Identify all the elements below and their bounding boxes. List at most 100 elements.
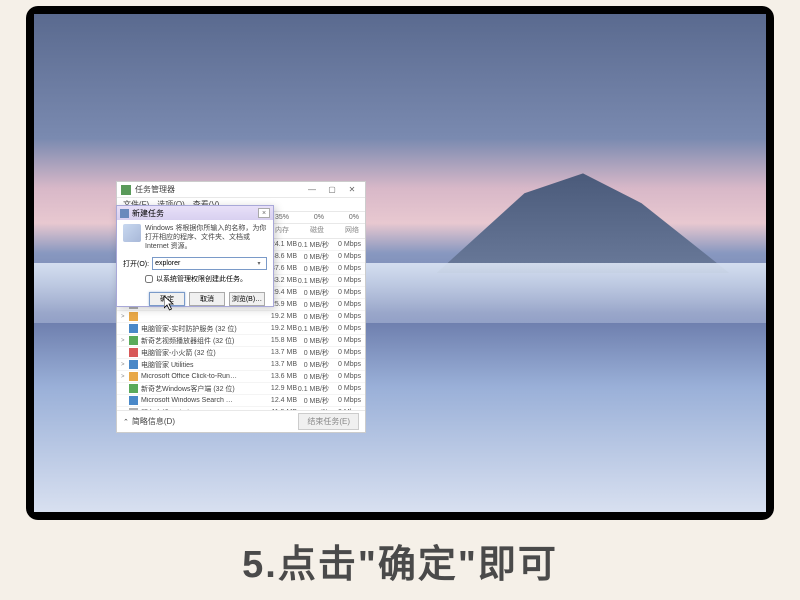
admin-checkbox[interactable] <box>145 275 153 283</box>
disk-cell: 0.1 MB/秒 <box>297 324 329 334</box>
table-row[interactable]: >Microsoft Office Click-to-Run…13.6 MB0 … <box>117 371 365 383</box>
net-cell: 0 Mbps <box>329 361 361 368</box>
table-row[interactable]: > 电脑管家 Utilities13.7 MB0 MB/秒0 Mbps <box>117 359 365 371</box>
admin-checkbox-row[interactable]: 以系统管理权限创建此任务。 <box>123 274 267 284</box>
process-name: 电脑管家-实时防护服务 (32 位) <box>141 324 265 334</box>
mem-cell: 19.2 MB <box>265 325 297 332</box>
open-combobox[interactable]: explorer ▾ <box>152 257 267 270</box>
process-name: 电脑管家 Utilities <box>141 360 265 370</box>
process-icon <box>129 360 138 369</box>
disk-cell: 0 MB/秒 <box>297 288 329 298</box>
admin-label: 以系统管理权限创建此任务。 <box>156 274 247 284</box>
fewer-details-label: 简略信息(D) <box>132 416 175 427</box>
process-icon <box>129 324 138 333</box>
run-description-text: Windows 将根据你所输入的名称，为你打开相应的程序、文件夹、文档或 Int… <box>145 224 267 251</box>
disk-cell: 0.1 MB/秒 <box>297 384 329 394</box>
process-icon <box>129 372 138 381</box>
table-row[interactable]: > 新奇艺视频播放器组件 (32 位)15.8 MB0 MB/秒0 Mbps <box>117 335 365 347</box>
table-row[interactable]: 电脑管家-实时防护服务 (32 位)19.2 MB0.1 MB/秒0 Mbps <box>117 323 365 335</box>
process-icon <box>129 348 138 357</box>
maximize-button[interactable]: ▢ <box>323 184 341 196</box>
open-value: explorer <box>155 260 254 267</box>
chevron-up-icon: ⌃ <box>123 418 129 426</box>
net-cell: 0 Mbps <box>329 265 361 272</box>
cancel-button[interactable]: 取消 <box>189 292 225 306</box>
run-program-icon <box>123 224 141 242</box>
desktop-screen: 任务管理器 — ▢ ✕ 文件(F) 选项(O) 查看(V) 35% 0% 0% <box>34 14 766 512</box>
task-manager-title: 任务管理器 <box>135 184 303 195</box>
disk-cell: 0.1 MB/秒 <box>297 240 329 250</box>
disk-cell: 0 MB/秒 <box>297 372 329 382</box>
table-row[interactable]: 新奇艺Windows客户端 (32 位)12.9 MB0.1 MB/秒0 Mbp… <box>117 383 365 395</box>
task-manager-footer: ⌃ 简略信息(D) 结束任务(E) <box>117 410 365 432</box>
ok-button[interactable]: 确定 <box>149 292 185 306</box>
task-manager-icon <box>121 185 131 195</box>
open-label: 打开(O): <box>123 259 149 269</box>
run-close-button[interactable]: × <box>258 208 270 218</box>
net-cell: 0 Mbps <box>329 337 361 344</box>
disk-cell: 0 MB/秒 <box>297 300 329 310</box>
mem-cell: 13.6 MB <box>265 373 297 380</box>
disk-cell: 0 MB/秒 <box>297 348 329 358</box>
mem-cell: 19.2 MB <box>265 313 297 320</box>
table-row[interactable]: 电脑管家-小火箭 (32 位)13.7 MB0 MB/秒0 Mbps <box>117 347 365 359</box>
close-button[interactable]: ✕ <box>343 184 361 196</box>
run-dialog-icon <box>120 209 129 218</box>
process-name: 新奇艺Windows客户端 (32 位) <box>141 384 265 394</box>
hdr-disk[interactable]: 磁盘 <box>292 225 324 235</box>
mem-cell: 12.4 MB <box>265 397 297 404</box>
net-cell: 0 Mbps <box>329 349 361 356</box>
mem-cell: 13.7 MB <box>265 361 297 368</box>
net-cell: 0 Mbps <box>329 253 361 260</box>
table-row[interactable]: Microsoft Windows Search …12.4 MB0 MB/秒0… <box>117 395 365 407</box>
run-description: Windows 将根据你所输入的名称，为你打开相应的程序、文件夹、文档或 Int… <box>123 224 267 251</box>
expand-chevron-icon[interactable]: > <box>121 314 129 320</box>
net-cell: 0 Mbps <box>329 289 361 296</box>
mem-cell: 13.7 MB <box>265 349 297 356</box>
chevron-down-icon[interactable]: ▾ <box>254 260 264 267</box>
net-cell: 0 Mbps <box>329 397 361 404</box>
net-cell: 0 Mbps <box>329 385 361 392</box>
process-icon <box>129 336 138 345</box>
fewer-details-toggle[interactable]: ⌃ 简略信息(D) <box>123 416 175 427</box>
expand-chevron-icon[interactable]: > <box>121 374 129 380</box>
run-dialog-title: 新建任务 <box>132 208 164 219</box>
disk-cell: 0.1 MB/秒 <box>297 276 329 286</box>
disk-cell: 0 MB/秒 <box>297 252 329 262</box>
disk-cell: 0 MB/秒 <box>297 312 329 322</box>
mem-cell: 15.8 MB <box>265 337 297 344</box>
net-cell: 0 Mbps <box>329 301 361 308</box>
expand-chevron-icon[interactable]: > <box>121 338 129 344</box>
wallpaper-mountain <box>437 173 730 273</box>
net-pct: 0% <box>327 214 359 221</box>
table-row[interactable]: >19.2 MB0 MB/秒0 Mbps <box>117 311 365 323</box>
process-name: 电脑管家-小火箭 (32 位) <box>141 348 265 358</box>
mem-cell: 12.9 MB <box>265 385 297 392</box>
tutorial-caption: 5.点击"确定"即可 <box>0 533 800 588</box>
disk-cell: 0 MB/秒 <box>297 360 329 370</box>
process-name: Microsoft Office Click-to-Run… <box>141 373 265 380</box>
net-cell: 0 Mbps <box>329 325 361 332</box>
net-cell: 0 Mbps <box>329 277 361 284</box>
process-icon <box>129 384 138 393</box>
task-manager-titlebar[interactable]: 任务管理器 — ▢ ✕ <box>117 182 365 198</box>
expand-chevron-icon[interactable]: > <box>121 362 129 368</box>
run-dialog-titlebar[interactable]: 新建任务 × <box>117 206 273 220</box>
disk-cell: 0 MB/秒 <box>297 336 329 346</box>
net-cell: 0 Mbps <box>329 373 361 380</box>
process-name: Microsoft Windows Search … <box>141 397 265 404</box>
net-cell: 0 Mbps <box>329 241 361 248</box>
run-dialog: 新建任务 × Windows 将根据你所输入的名称，为你打开相应的程序、文件夹、… <box>116 205 274 307</box>
minimize-button[interactable]: — <box>303 184 321 196</box>
monitor-bezel: 任务管理器 — ▢ ✕ 文件(F) 选项(O) 查看(V) 35% 0% 0% <box>26 6 774 520</box>
process-name: 新奇艺视频播放器组件 (32 位) <box>141 336 265 346</box>
end-task-button[interactable]: 结束任务(E) <box>298 413 359 430</box>
net-cell: 0 Mbps <box>329 313 361 320</box>
disk-cell: 0 MB/秒 <box>297 396 329 406</box>
process-icon <box>129 312 138 321</box>
disk-pct: 0% <box>292 214 324 221</box>
browse-button[interactable]: 浏览(B)… <box>229 292 265 306</box>
disk-cell: 0 MB/秒 <box>297 264 329 274</box>
process-icon <box>129 396 138 405</box>
hdr-net[interactable]: 网络 <box>327 225 359 235</box>
